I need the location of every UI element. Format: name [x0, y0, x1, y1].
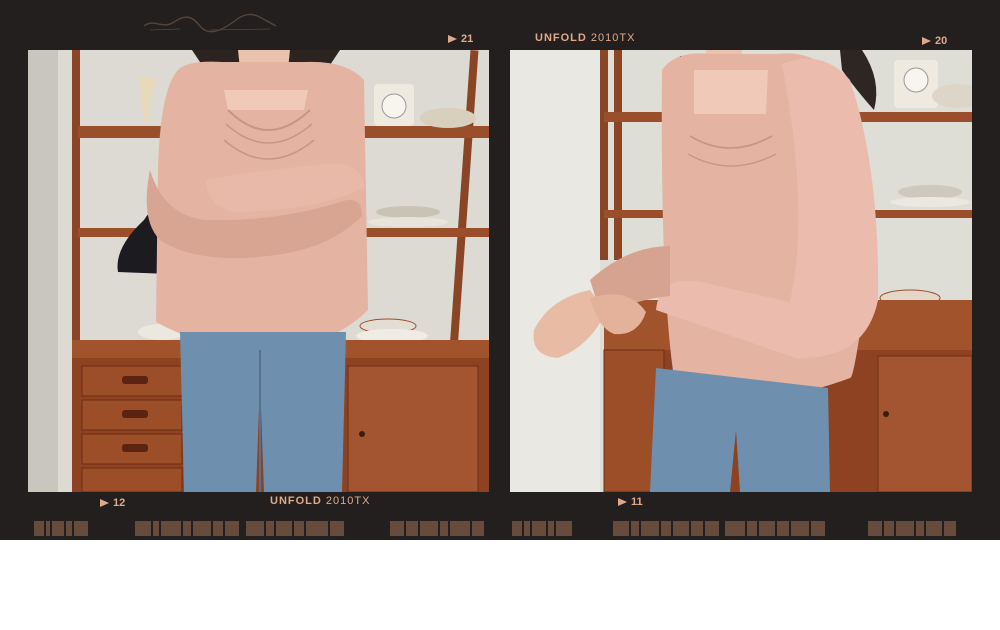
film-brand-label-top: UNFOLD 2010TX: [535, 32, 636, 44]
page-blank-area: [0, 540, 1000, 630]
frame-number-bottom-right: 11: [618, 496, 643, 508]
frame-number-bottom-left: 12: [100, 497, 125, 509]
frame-number-top-right: 20: [922, 35, 947, 47]
photo-frame-left: [28, 50, 489, 492]
photo-frame-right: [510, 50, 972, 492]
film-edge-code-3: [246, 521, 344, 536]
film-edge-code-7: [725, 521, 825, 536]
photo-side-cuff-blouse: [510, 50, 972, 492]
film-edge-code-2: [135, 521, 239, 536]
film-strip: 21 UNFOLD 2010TX 20 12 UNFOLD 2010TX 11: [0, 0, 1000, 540]
film-edge-code-8: [868, 521, 956, 536]
film-edge-code-1: [34, 521, 88, 536]
frame-arrow-icon: [618, 498, 627, 506]
film-brand-label-bottom: UNFOLD 2010TX: [270, 495, 371, 507]
frame-arrow-icon: [100, 499, 109, 507]
film-scribble-mark: [143, 13, 277, 33]
film-edge-code-5: [512, 521, 572, 536]
film-edge-code-6: [613, 521, 719, 536]
film-edge-code-4: [390, 521, 484, 536]
frame-arrow-icon: [922, 37, 931, 45]
frame-arrow-icon: [448, 35, 457, 43]
frame-number-top-left: 21: [448, 33, 473, 45]
photo-arms-crossed-blouse: [28, 50, 489, 492]
